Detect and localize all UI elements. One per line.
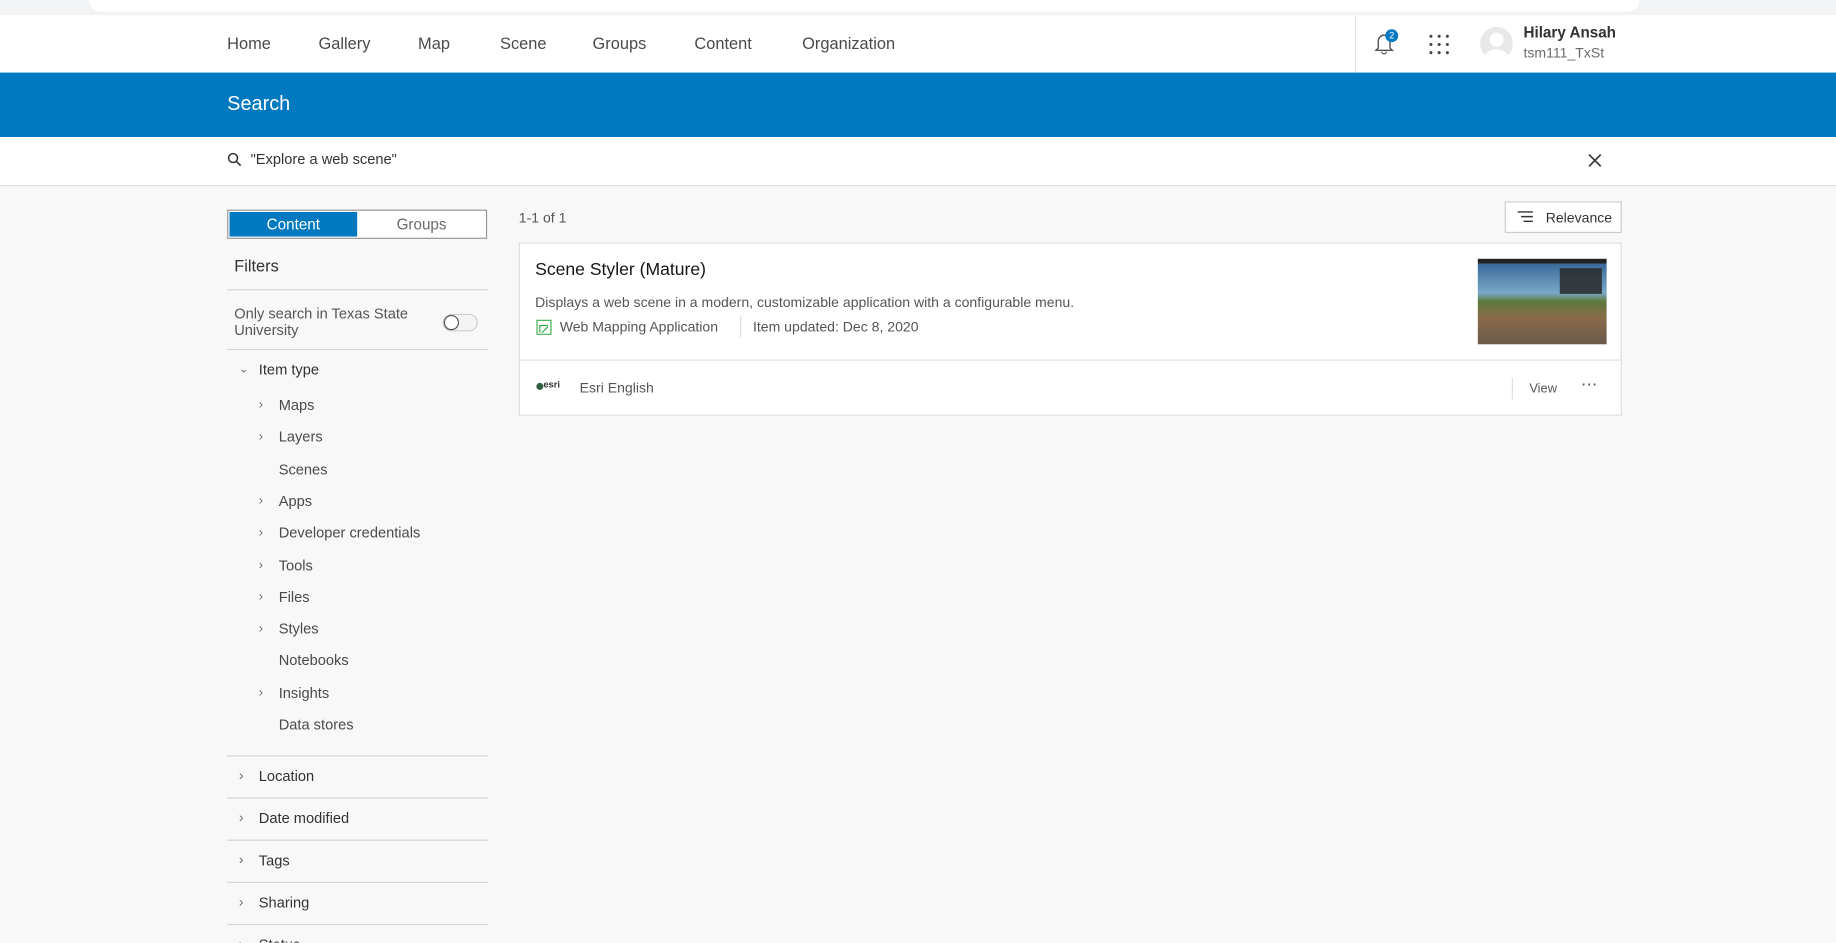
chevron-right-icon[interactable]: › xyxy=(259,526,263,540)
esri-logo: esri xyxy=(536,379,564,395)
more-options-icon[interactable]: ⋯ xyxy=(1581,375,1599,395)
org-toggle-switch[interactable] xyxy=(442,313,478,332)
result-description: Displays a web scene in a modern, custom… xyxy=(535,293,1075,311)
nav-scene[interactable]: Scene xyxy=(500,34,546,53)
item-type-option[interactable]: Scenes xyxy=(279,461,328,477)
app-launcher-button[interactable] xyxy=(1429,34,1450,55)
filter-section-status[interactable]: › Status xyxy=(227,923,489,943)
chevron-right-icon: › xyxy=(238,767,244,784)
item-type-option[interactable]: Layers xyxy=(279,429,323,445)
item-type-header[interactable]: Item type xyxy=(259,362,319,378)
nav-groups[interactable]: Groups xyxy=(593,34,647,53)
chevron-right-icon[interactable]: › xyxy=(259,590,263,604)
nav-map[interactable]: Map xyxy=(418,34,450,53)
top-nav: Home Gallery Map Scene Groups Content Or… xyxy=(0,15,1836,74)
grid-icon xyxy=(1429,34,1449,55)
result-owner[interactable]: Esri English xyxy=(580,379,654,395)
view-button[interactable]: View xyxy=(1529,382,1557,396)
filter-section-label: Sharing xyxy=(258,894,310,912)
chevron-right-icon: › xyxy=(238,851,244,868)
nav-organization[interactable]: Organization xyxy=(802,34,895,53)
user-icon xyxy=(1483,32,1510,60)
content-groups-toggle: Content Groups xyxy=(227,209,488,239)
chevron-right-icon[interactable]: › xyxy=(259,558,263,572)
close-icon[interactable] xyxy=(1588,153,1602,167)
chevron-right-icon: › xyxy=(238,809,244,826)
result-count: 1-1 of 1 xyxy=(518,209,567,227)
item-type-option[interactable]: Data stores xyxy=(279,717,354,733)
chevron-right-icon[interactable]: › xyxy=(259,494,263,508)
browser-toolbar xyxy=(0,0,1836,16)
result-type: Web Mapping Application xyxy=(559,318,719,335)
chevron-right-icon: › xyxy=(238,893,244,910)
chevron-down-icon[interactable]: ⌄ xyxy=(239,363,249,376)
action-divider xyxy=(1511,378,1513,400)
chevron-right-icon[interactable]: › xyxy=(259,622,263,636)
result-thumbnail[interactable] xyxy=(1477,258,1607,345)
filter-section-label: Location xyxy=(258,768,315,785)
nav-content[interactable]: Content xyxy=(694,34,751,53)
sort-button[interactable]: Relevance xyxy=(1504,201,1622,234)
org-toggle-label: Only search in Texas State University xyxy=(234,305,409,339)
nav-home[interactable]: Home xyxy=(227,34,271,53)
item-type-option[interactable]: Developer credentials xyxy=(279,525,421,541)
item-type-option[interactable]: Insights xyxy=(279,685,329,701)
filter-section-label: Tags xyxy=(258,852,290,869)
address-bar[interactable] xyxy=(88,0,1640,12)
item-type-option[interactable]: Tools xyxy=(279,557,313,573)
chevron-right-icon[interactable]: › xyxy=(259,398,263,412)
nav-divider xyxy=(1354,15,1357,73)
notification-badge: 2 xyxy=(1385,29,1399,43)
card-divider xyxy=(519,359,1621,361)
item-type-section: ⌄ Item type › Maps › Layers Scenes › Apps › Deve… xyxy=(227,348,489,757)
item-type-option[interactable]: Styles xyxy=(279,621,319,637)
filter-section-sharing[interactable]: › Sharing xyxy=(227,881,489,925)
notifications-button[interactable]: 2 xyxy=(1374,29,1399,58)
filter-section-label: Status xyxy=(259,937,300,943)
web-app-icon xyxy=(536,319,552,335)
page-banner: Search xyxy=(0,72,1836,138)
result-title[interactable]: Scene Styler (Mature) xyxy=(535,260,706,280)
filter-section-label: Date modified xyxy=(258,810,350,827)
search-icon xyxy=(227,152,242,167)
filters-title: Filters xyxy=(234,256,279,276)
avatar[interactable] xyxy=(1480,26,1513,60)
sort-icon xyxy=(1517,211,1533,223)
filter-section-location[interactable]: › Location xyxy=(227,755,489,798)
sort-label: Relevance xyxy=(1545,209,1613,227)
item-type-option[interactable]: Files xyxy=(279,589,310,605)
nav-gallery[interactable]: Gallery xyxy=(319,34,371,53)
result-updated: Item updated: Dec 8, 2020 xyxy=(752,318,919,335)
filter-section-date-modified[interactable]: › Date modified xyxy=(227,797,489,840)
chevron-right-icon: › xyxy=(239,936,244,943)
search-bar[interactable]: "Explore a web scene" xyxy=(0,137,1836,187)
user-id: tsm111_TxSt xyxy=(1523,44,1605,61)
tab-content[interactable]: Content xyxy=(229,211,358,237)
item-type-option[interactable]: Apps xyxy=(279,493,312,509)
chevron-right-icon[interactable]: › xyxy=(259,686,263,700)
item-type-option[interactable]: Notebooks xyxy=(279,653,349,669)
org-filter-row: Only search in Texas State University xyxy=(227,289,489,350)
user-name[interactable]: Hilary Ansah xyxy=(1523,23,1616,41)
result-card: Scene Styler (Mature) Displays a web sce… xyxy=(518,242,1622,416)
tab-groups[interactable]: Groups xyxy=(357,212,486,237)
chevron-right-icon[interactable]: › xyxy=(259,430,263,444)
filter-section-tags[interactable]: › Tags xyxy=(227,839,489,883)
page-title: Search xyxy=(227,92,291,115)
search-input[interactable]: "Explore a web scene" xyxy=(251,151,397,167)
meta-divider xyxy=(740,316,742,338)
item-type-option[interactable]: Maps xyxy=(279,397,315,413)
